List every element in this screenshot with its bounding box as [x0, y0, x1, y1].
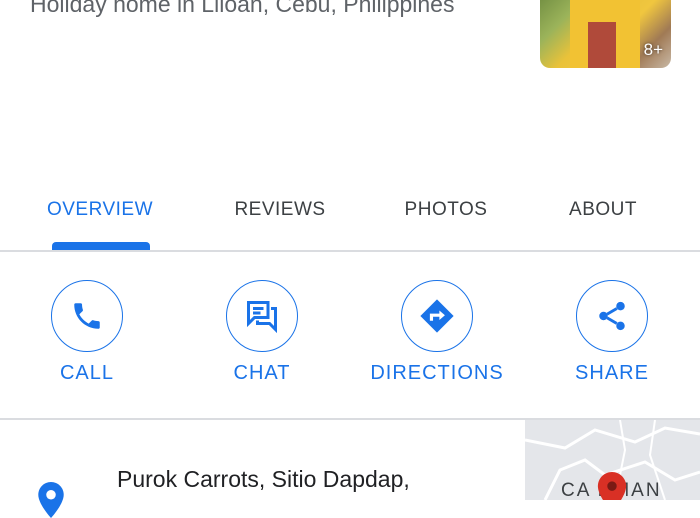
chat-label: CHAT [233, 362, 291, 384]
share-label: SHARE [575, 362, 649, 384]
call-button-circle [51, 280, 123, 352]
action-row: CALL CHAT DIRECTIONS SHARE [0, 280, 700, 400]
map-marker-icon [597, 472, 627, 500]
place-subtitle: Holiday home in Liloan, Cebu, Philippine… [30, 0, 455, 17]
active-tab-indicator [52, 242, 150, 250]
photo-count-badge: 8+ [643, 40, 663, 59]
directions-icon [420, 299, 454, 333]
directions-button-circle [401, 280, 473, 352]
tab-reviews[interactable]: REVIEWS [210, 190, 350, 252]
phone-icon [74, 303, 100, 329]
chat-icon [247, 301, 277, 334]
address-line[interactable]: Purok Carrots, Sitio Dapdap, [117, 466, 410, 493]
tab-photos[interactable]: PHOTOS [376, 190, 516, 252]
share-button-circle [576, 280, 648, 352]
directions-button[interactable]: DIRECTIONS [362, 280, 512, 385]
share-button[interactable]: SHARE [537, 280, 687, 385]
chat-button[interactable]: CHAT [187, 280, 337, 385]
call-button[interactable]: CALL [12, 280, 162, 385]
call-label: CALL [59, 362, 115, 384]
map-preview[interactable]: CA RMAN [525, 420, 700, 500]
tab-about[interactable]: ABOUT [533, 190, 673, 252]
directions-label: DIRECTIONS [370, 362, 504, 384]
photo-house-door [588, 22, 616, 68]
share-icon [599, 301, 625, 331]
tabs-divider [0, 250, 700, 252]
chat-button-circle [226, 280, 298, 352]
location-pin-icon [38, 482, 64, 518]
place-photo-thumbnail[interactable]: 8+ [540, 0, 671, 68]
